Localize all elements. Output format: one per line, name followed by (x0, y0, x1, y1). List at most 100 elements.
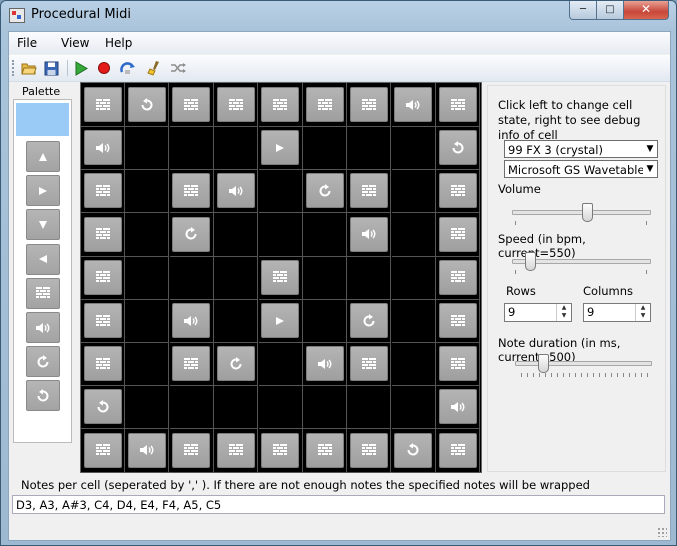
columns-up-icon[interactable]: ▲ (636, 304, 650, 312)
grid-cell[interactable] (214, 299, 259, 343)
grid-cell[interactable] (391, 83, 436, 127)
grid-cell[interactable] (81, 255, 125, 300)
grid-cell[interactable] (169, 83, 214, 127)
midi-device-select[interactable]: Microsoft GS Wavetable Sy ▼ (504, 160, 658, 178)
grid-cell[interactable] (347, 299, 392, 343)
grid-cell[interactable] (391, 126, 436, 171)
grid-cell[interactable] (436, 428, 481, 473)
grid-cell[interactable] (81, 299, 125, 343)
menu-help[interactable]: Help (105, 36, 132, 50)
grid-cell[interactable] (125, 126, 170, 171)
grid-cell[interactable] (169, 428, 214, 473)
speed-slider[interactable] (524, 252, 536, 271)
grid-cell[interactable] (214, 255, 259, 300)
grid-cell[interactable] (436, 299, 481, 343)
grid-cell[interactable] (81, 342, 125, 387)
grid-cell[interactable] (436, 255, 481, 300)
rotate-cw-palette-button[interactable] (26, 346, 60, 378)
menu-view[interactable]: View (61, 36, 89, 50)
grid-cell[interactable] (347, 126, 392, 171)
grid-cell[interactable] (125, 83, 170, 127)
grid-cell[interactable] (125, 169, 170, 214)
grid-cell[interactable] (214, 212, 259, 257)
grid-cell[interactable] (169, 385, 214, 430)
columns-down-icon[interactable]: ▼ (636, 312, 650, 320)
grid-cell[interactable] (81, 385, 125, 430)
grid-cell[interactable] (258, 385, 303, 430)
resize-grip-icon[interactable] (657, 527, 667, 537)
grid-cell[interactable] (303, 255, 347, 300)
arrow-left-palette-button[interactable] (26, 243, 60, 275)
columns-stepper[interactable]: 9 ▲ ▼ (583, 303, 651, 322)
grid-cell[interactable] (169, 212, 214, 257)
grid-cell[interactable] (391, 428, 436, 473)
cell-grid[interactable] (80, 82, 482, 473)
title-bar[interactable]: Procedural Midi ─ □ ✕ (1, 1, 676, 29)
notes-input[interactable]: D3, A3, A#3, C4, D4, E4, F4, A5, C5 (12, 495, 665, 514)
grid-cell[interactable] (214, 83, 259, 127)
grid-cell[interactable] (303, 342, 347, 387)
grid-cell[interactable] (436, 212, 481, 257)
maximize-button[interactable]: □ (596, 1, 624, 20)
grid-cell[interactable] (214, 342, 259, 387)
grid-cell[interactable] (214, 385, 259, 430)
grid-cell[interactable] (125, 255, 170, 300)
grid-cell[interactable] (258, 212, 303, 257)
save-icon[interactable] (42, 59, 60, 77)
grid-cell[interactable] (258, 169, 303, 214)
toolbar-grip[interactable] (12, 60, 16, 76)
grid-cell[interactable] (169, 255, 214, 300)
speaker-palette-button[interactable] (26, 312, 60, 343)
grid-cell[interactable] (169, 126, 214, 171)
grid-cell[interactable] (258, 83, 303, 127)
wall-palette-button[interactable] (26, 277, 60, 309)
grid-cell[interactable] (347, 83, 392, 127)
grid-cell[interactable] (214, 169, 259, 214)
shuffle-icon[interactable] (169, 59, 187, 77)
grid-cell[interactable] (347, 212, 392, 257)
grid-cell[interactable] (303, 169, 347, 214)
menu-file[interactable]: File (17, 36, 37, 50)
grid-cell[interactable] (347, 255, 392, 300)
grid-cell[interactable] (81, 428, 125, 473)
arrow-down-palette-button[interactable] (26, 209, 60, 241)
grid-cell[interactable] (214, 126, 259, 171)
grid-cell[interactable] (436, 83, 481, 127)
grid-cell[interactable] (347, 169, 392, 214)
grid-cell[interactable] (125, 385, 170, 430)
grid-cell[interactable] (81, 83, 125, 127)
close-button[interactable]: ✕ (623, 1, 669, 20)
grid-cell[interactable] (347, 342, 392, 387)
grid-cell[interactable] (303, 212, 347, 257)
grid-cell[interactable] (258, 299, 303, 343)
grid-cell[interactable] (303, 299, 347, 343)
volume-slider[interactable] (582, 203, 594, 222)
grid-cell[interactable] (347, 428, 392, 473)
grid-cell[interactable] (81, 169, 125, 214)
grid-cell[interactable] (125, 299, 170, 343)
grid-cell[interactable] (258, 126, 303, 171)
rows-up-icon[interactable]: ▲ (557, 304, 571, 312)
grid-cell[interactable] (125, 342, 170, 387)
arrow-up-palette-button[interactable] (26, 141, 60, 172)
record-icon[interactable] (95, 59, 113, 77)
grid-cell[interactable] (125, 212, 170, 257)
grid-cell[interactable] (391, 255, 436, 300)
grid-cell[interactable] (258, 428, 303, 473)
grid-cell[interactable] (81, 126, 125, 171)
grid-cell[interactable] (258, 255, 303, 300)
grid-cell[interactable] (391, 169, 436, 214)
grid-cell[interactable] (214, 428, 259, 473)
grid-cell[interactable] (436, 342, 481, 387)
grid-cell[interactable] (391, 212, 436, 257)
grid-cell[interactable] (169, 299, 214, 343)
grid-cell[interactable] (436, 169, 481, 214)
palette-selected-empty[interactable] (16, 103, 69, 136)
clear-icon[interactable] (146, 59, 164, 77)
grid-cell[interactable] (436, 126, 481, 171)
palette-list[interactable] (13, 99, 72, 443)
grid-cell[interactable] (258, 342, 303, 387)
instrument-select[interactable]: 99 FX 3 (crystal) ▼ (504, 140, 658, 158)
grid-cell[interactable] (125, 428, 170, 473)
duration-slider[interactable] (537, 354, 549, 373)
